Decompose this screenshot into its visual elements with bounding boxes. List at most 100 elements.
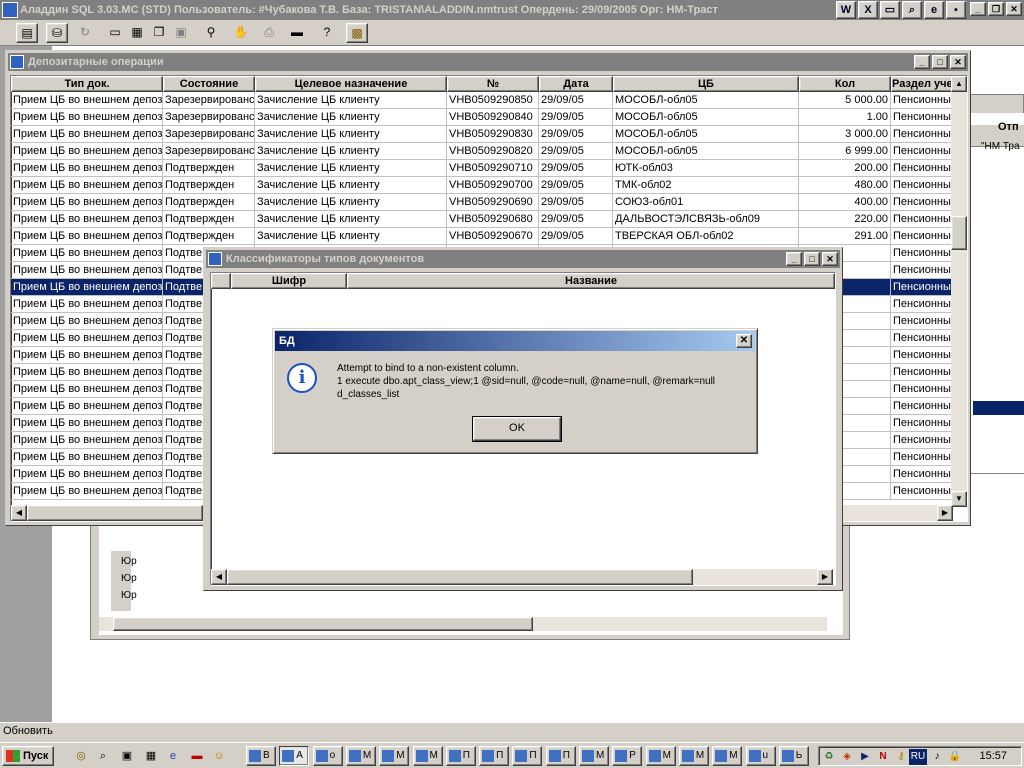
task-button[interactable]: М	[379, 746, 410, 766]
table-row[interactable]: Прием ЦБ во внешнем депоз Подтвержден Зачи…	[11, 177, 953, 194]
task-button[interactable]: Ь	[778, 746, 809, 766]
scroll-down-icon[interactable]: ▼	[951, 491, 967, 507]
app-close-button[interactable]: ✕	[1006, 2, 1022, 16]
table-row[interactable]: Прием ЦБ во внешнем депоз Подтвержден Зачи…	[11, 211, 953, 228]
tray-key-icon[interactable]: ⚷	[893, 749, 909, 765]
column-header-date[interactable]: Дата	[539, 76, 613, 92]
table-row[interactable]: Прием ЦБ во внешнем депоз Зарезервированс…	[11, 143, 953, 160]
task-button[interactable]: П	[545, 746, 576, 766]
clock[interactable]: 15:57	[979, 750, 1007, 762]
stop-hand-icon[interactable]: ✋	[230, 23, 252, 43]
task-button[interactable]: М	[678, 746, 709, 766]
task-button[interactable]: П	[512, 746, 543, 766]
quicklaunch-media-icon[interactable]: ▬	[188, 747, 206, 765]
column-header-quantity[interactable]: Кол	[799, 76, 891, 92]
column-header-security[interactable]: ЦБ	[613, 76, 799, 92]
task-button[interactable]: u	[745, 746, 776, 766]
scroll-right-icon[interactable]: ▶	[817, 569, 833, 585]
column-header-name[interactable]: Название	[347, 273, 835, 289]
quicklaunch-smiley-icon[interactable]: ☺	[210, 747, 228, 765]
app-title-bar[interactable]: Аладдин SQL 3.03.MC (STD) Пользователь: …	[0, 0, 1024, 20]
window-icon[interactable]: ▭	[104, 23, 126, 43]
quicklaunch-calendar-icon[interactable]: ▦	[142, 747, 160, 765]
minimize-button[interactable]: _	[914, 55, 930, 69]
close-button[interactable]: ✕	[822, 252, 838, 266]
scroll-left-icon[interactable]: ◀	[11, 505, 27, 521]
close-button[interactable]: ✕	[950, 55, 966, 69]
tray-play-icon[interactable]: ▶	[857, 749, 873, 765]
column-header-indicator[interactable]	[211, 273, 231, 289]
quicklaunch-search-icon[interactable]: ⌕	[94, 747, 112, 765]
tray-lock-icon[interactable]: 🔒	[947, 749, 963, 765]
task-button[interactable]: М	[645, 746, 676, 766]
scroll-up-icon[interactable]: ▲	[951, 76, 967, 92]
scroll-thumb[interactable]	[227, 569, 693, 585]
tray-n-icon[interactable]: N	[875, 749, 891, 765]
app-restore-button[interactable]: ❐	[988, 2, 1004, 16]
error-dialog[interactable]: БД ✕ i Attempt to bind to a non-existent…	[272, 328, 758, 454]
scroll-thumb[interactable]	[951, 216, 967, 250]
calculator-icon[interactable]: ▩	[346, 23, 368, 43]
task-button[interactable]: М	[345, 746, 376, 766]
horizontal-scrollbar[interactable]: ◀ ▶	[211, 569, 833, 585]
word-icon[interactable]: W	[836, 1, 856, 19]
vertical-scrollbar[interactable]: ▲ ▼	[951, 76, 967, 507]
column-header-section[interactable]: Раздел уче	[891, 76, 953, 92]
language-indicator[interactable]: RU	[909, 749, 927, 765]
help-icon[interactable]: ?	[316, 23, 338, 43]
tray-app-icon[interactable]: ♻	[821, 749, 837, 765]
scroll-right-icon[interactable]: ▶	[937, 505, 953, 521]
depository-title-bar[interactable]: Депозитарные операции _ □ ✕	[8, 53, 968, 71]
table-row[interactable]: Прием ЦБ во внешнем депоз Зарезервированс…	[11, 92, 953, 109]
window-icon[interactable]: ▭	[880, 1, 900, 19]
task-button[interactable]: В	[246, 746, 276, 766]
ok-button[interactable]: OK	[472, 416, 562, 442]
task-button[interactable]: П	[445, 746, 476, 766]
quicklaunch-desktop-icon[interactable]: ▣	[118, 747, 136, 765]
binoculars-icon[interactable]: ⚲	[200, 23, 222, 43]
column-header-code[interactable]: Шифр	[231, 273, 347, 289]
column-header-purpose[interactable]: Целевое назначение	[255, 76, 447, 92]
task-button[interactable]: М	[712, 746, 743, 766]
tray-shield-icon[interactable]: ◈	[839, 749, 855, 765]
task-button[interactable]: М	[579, 746, 609, 766]
table-row[interactable]: Прием ЦБ во внешнем депоз Подтвержден Зачи…	[11, 194, 953, 211]
quicklaunch-app-icon[interactable]: ◎	[72, 747, 90, 765]
table-row[interactable]: Прием ЦБ во внешнем депоз Подтвержден Зачи…	[11, 160, 953, 177]
start-button[interactable]: Пуск	[2, 746, 54, 766]
print-icon[interactable]: ⎙	[258, 23, 280, 43]
arrange-icon[interactable]: ▣	[170, 23, 192, 43]
refresh-icon[interactable]: ↻	[74, 23, 96, 43]
tile-icon[interactable]: ▦	[126, 23, 148, 43]
task-button[interactable]: П	[479, 746, 510, 766]
task-button[interactable]: М	[412, 746, 443, 766]
scroll-thumb[interactable]	[27, 505, 203, 521]
tray-sound-icon[interactable]: ♪	[929, 749, 945, 765]
table-row[interactable]: Прием ЦБ во внешнем депоз Подтвержден Зачи…	[11, 228, 953, 245]
maximize-button[interactable]: □	[804, 252, 820, 266]
console-icon[interactable]: ▪	[946, 1, 966, 19]
folder-icon[interactable]: ▬	[286, 23, 308, 43]
classifier-title-bar[interactable]: Классификаторы типов документов _ □ ✕	[206, 250, 840, 268]
table-row[interactable]: Прием ЦБ во внешнем депоз Зарезервированс…	[11, 109, 953, 126]
database-icon[interactable]: ⛁	[46, 23, 68, 43]
app-minimize-button[interactable]: _	[970, 2, 986, 16]
excel-icon[interactable]: X	[858, 1, 878, 19]
column-header-state[interactable]: Состояние	[163, 76, 255, 92]
cascade-icon[interactable]: ❐	[148, 23, 170, 43]
task-button[interactable]: А	[279, 746, 310, 766]
maximize-button[interactable]: □	[932, 55, 948, 69]
minimize-button[interactable]: _	[786, 252, 802, 266]
column-header-number[interactable]: №	[447, 76, 539, 92]
dialog-title-bar[interactable]: БД ✕	[275, 331, 755, 351]
search-icon[interactable]: ⌕	[902, 1, 922, 19]
dialog-close-button[interactable]: ✕	[736, 334, 752, 348]
list-icon[interactable]: ▤	[16, 23, 38, 43]
quicklaunch-browser-icon[interactable]: e	[164, 747, 182, 765]
task-button[interactable]: o	[312, 746, 343, 766]
task-button[interactable]: Р	[612, 746, 643, 766]
table-row[interactable]: Прием ЦБ во внешнем депоз Зарезервированс…	[11, 126, 953, 143]
column-header-doc-type[interactable]: Тип док.	[11, 76, 163, 92]
scroll-left-icon[interactable]: ◀	[211, 569, 227, 585]
browser-icon[interactable]: e	[924, 1, 944, 19]
